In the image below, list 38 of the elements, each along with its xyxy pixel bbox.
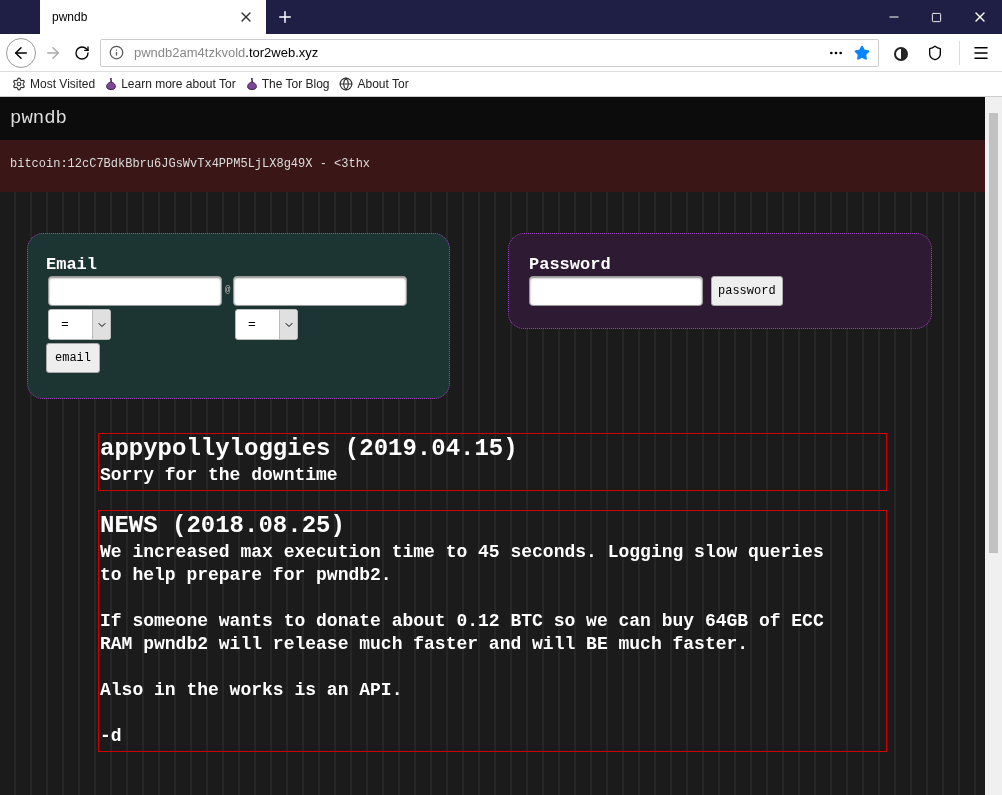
info-icon <box>109 45 124 60</box>
reload-icon[interactable] <box>74 44 90 61</box>
password-button[interactable]: password <box>711 276 783 306</box>
news-paragraph: If someone wants to donate about 0.12 BTC so we can buy 64GB of ECC RAM pwndb2 will release much faster and will BE much faster. <box>100 610 825 656</box>
shield-icon[interactable] <box>927 44 943 61</box>
maximize-icon[interactable] <box>931 11 942 23</box>
news-paragraph: We increased max execution time to 45 seconds. Logging slow queries to help prepare for pwndb2. <box>100 541 825 587</box>
bitcoin-address: bitcoin:12cC7BdkBbru6JGsWvTx4PPM5LjLX8g49X - <3thx <box>10 157 371 171</box>
address-bar[interactable]: pwndb2am4tzkvold.tor2web.xyz <box>100 38 879 67</box>
bookmark-item[interactable]: The Tor Blog <box>245 75 330 93</box>
bookmark-star-icon[interactable] <box>854 44 870 61</box>
news-paragraph: -d <box>100 725 123 748</box>
bookmark-item[interactable]: Most Visited <box>12 75 96 93</box>
bookmark-item[interactable]: Learn more about Tor <box>105 75 236 93</box>
scrollbar[interactable] <box>985 97 1002 795</box>
username-field[interactable] <box>48 276 222 306</box>
browser-tab[interactable]: pwndb <box>40 0 266 34</box>
password-label: Password <box>529 254 612 276</box>
news-paragraph: Sorry for the downtime <box>100 464 339 487</box>
new-tab-icon[interactable] <box>276 8 294 26</box>
site-title[interactable]: pwndb <box>10 104 67 133</box>
email-label: Email <box>46 254 98 276</box>
url-text: pwndb2am4tzkvold.tor2web.xyz <box>134 43 320 62</box>
operator-dropdown[interactable]: = <box>235 309 298 340</box>
globe-icon <box>339 77 354 91</box>
news-title: NEWS (2018.08.25) <box>100 511 346 541</box>
onion-icon <box>105 77 118 91</box>
operator-dropdown[interactable]: = <box>48 309 111 340</box>
news-paragraph: Also in the works is an API. <box>100 679 404 702</box>
bookmark-item[interactable]: About Tor <box>339 75 409 93</box>
password-field[interactable] <box>529 276 703 306</box>
news-title: appypollyloggies (2019.04.15) <box>100 434 519 464</box>
onion-icon <box>245 77 258 91</box>
domain-field[interactable] <box>233 276 408 306</box>
at-sign: @ <box>225 284 231 298</box>
onion-button-icon[interactable] <box>893 44 909 61</box>
gear-icon <box>12 77 26 91</box>
email-button[interactable]: email <box>46 343 100 373</box>
